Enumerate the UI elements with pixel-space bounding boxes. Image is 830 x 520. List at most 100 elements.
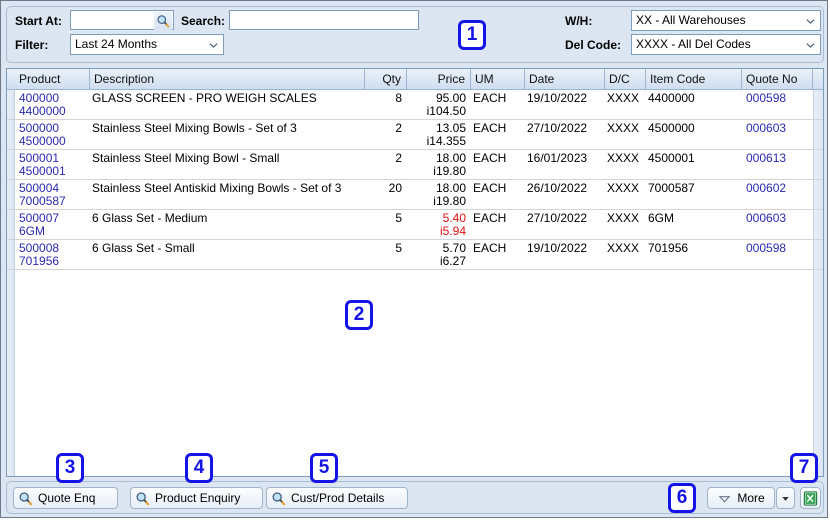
cell-product: 500000 [19,121,60,135]
cell-um: EACH [473,211,507,225]
cell-price-alt: i14.355 [426,134,466,148]
more-label: More [737,491,765,505]
results-grid[interactable]: Product Description Qty Price UM Date D/… [6,68,824,477]
cell-product-alt: 6GM [19,224,46,238]
more-dropdown-button[interactable] [776,487,795,509]
del-code-value: XXXX - All Del Codes [636,37,751,51]
annotation-badge-7: 7 [790,453,818,483]
grid-header-row: Product Description Qty Price UM Date D/… [7,69,823,90]
filter-value: Last 24 Months [75,37,158,51]
cell-description: Stainless Steel Mixing Bowls - Set of 3 [92,121,297,135]
search-icon [136,491,150,505]
cell-product: 400000 [19,91,60,105]
start-at-search-button[interactable] [154,12,172,30]
cell-dc: XXXX [607,211,640,225]
annotation-badge-5: 5 [310,453,338,483]
chevron-down-icon [806,42,815,48]
cell-qty: 20 [388,181,402,195]
cell-qty: 2 [395,121,402,135]
cell-product: 500001 [19,151,60,165]
product-enquiry-label: Product Enquiry [155,491,241,505]
bottom-toolbar: Quote Enq Product Enquiry Cust/Prod Deta… [6,481,824,514]
search-label: Search: [181,14,226,28]
warehouse-value: XX - All Warehouses [636,13,746,27]
column-header-dc[interactable]: D/C [605,69,646,89]
chevron-down-icon [209,42,218,48]
cell-dc: XXXX [607,181,640,195]
warehouse-label: W/H: [565,14,593,28]
cell-item-code: 7000587 [648,181,695,195]
cell-product-alt: 7000587 [19,194,66,208]
cell-description: GLASS SCREEN - PRO WEIGH SCALES [92,91,317,105]
cell-date: 19/10/2022 [527,91,588,105]
cell-price: 18.00 [435,151,466,165]
column-header-description[interactable]: Description [90,69,365,89]
cust-prod-details-button[interactable]: Cust/Prod Details [266,487,408,509]
column-header-quote-no[interactable]: Quote No [742,69,813,89]
search-icon [157,15,170,28]
annotation-badge-1: 1 [458,20,486,50]
cell-price-alt: i6.27 [439,254,466,268]
cell-quote-no: 000602 [746,181,787,195]
cell-date: 27/10/2022 [527,211,588,225]
column-header-item-code[interactable]: Item Code [646,69,742,89]
cell-price: 95.00 [435,91,466,105]
cell-product: 500004 [19,181,60,195]
cell-dc: XXXX [607,241,640,255]
product-enquiry-button[interactable]: Product Enquiry [130,487,263,509]
table-row[interactable]: 400000 4400000 GLASS SCREEN - PRO WEIGH SC… [7,90,823,120]
cell-quote-no: 000613 [746,151,787,165]
filter-panel: Start At: Search: Filter: Last 24 Months… [6,6,824,63]
cell-quote-no: 000598 [746,91,787,105]
del-code-label: Del Code: [565,38,622,52]
del-code-select[interactable]: XXXX - All Del Codes [631,34,821,55]
cell-date: 26/10/2022 [527,181,588,195]
column-header-product[interactable]: Product [15,69,90,89]
chevron-down-icon [806,18,815,24]
search-input[interactable] [229,10,419,30]
quote-enq-button[interactable]: Quote Enq [13,487,118,509]
quote-enq-label: Quote Enq [38,491,96,505]
cell-price-alt: i104.50 [426,104,466,118]
cell-quote-no: 000603 [746,211,787,225]
cell-qty: 2 [395,151,402,165]
table-row[interactable]: 500004 7000587 Stainless Steel Antiskid Mi… [7,180,823,210]
cell-price-alt: i5.94 [439,224,466,238]
table-row[interactable]: 500000 4500000 Stainless Steel Mixing Bowl… [7,120,823,150]
warehouse-select[interactable]: XX - All Warehouses [631,10,821,31]
excel-export-button[interactable] [800,487,821,509]
annotation-badge-4: 4 [185,453,213,483]
cell-quote-no: 000598 [746,241,787,255]
cell-dc: XXXX [607,151,640,165]
column-header-um[interactable]: UM [471,69,525,89]
cell-product: 500008 [19,241,60,255]
cell-qty: 8 [395,91,402,105]
cell-description: Stainless Steel Antiskid Mixing Bowls - … [92,181,342,195]
cell-product: 500007 [19,211,60,225]
start-at-input[interactable] [70,10,174,30]
cell-product-alt: 4400000 [19,104,66,118]
triangle-down-icon [718,495,731,503]
annotation-badge-6: 6 [668,483,696,513]
cell-price-alt: i19.80 [433,194,466,208]
table-row[interactable]: 500008 701956 6 Glass Set - Small 5 5.70 i6.2… [7,240,823,270]
cell-price: 13.05 [435,121,466,135]
cell-item-code: 4400000 [648,91,695,105]
column-header-date[interactable]: Date [525,69,605,89]
more-button[interactable]: More [707,487,775,509]
cell-product-alt: 701956 [19,254,60,268]
cell-description: 6 Glass Set - Medium [92,211,208,225]
table-row[interactable]: 500007 6GM 6 Glass Set - Medium 5 5.40 i5.94 E… [7,210,823,240]
cell-quote-no: 000603 [746,121,787,135]
cell-um: EACH [473,151,507,165]
grid-body: 400000 4400000 GLASS SCREEN - PRO WEIGH SC… [7,90,823,270]
filter-select[interactable]: Last 24 Months [70,34,224,55]
cell-item-code: 4500001 [648,151,695,165]
column-header-qty[interactable]: Qty [365,69,407,89]
cell-qty: 5 [395,241,402,255]
cell-price: 18.00 [435,181,466,195]
annotation-badge-2: 2 [345,300,373,330]
table-row[interactable]: 500001 4500001 Stainless Steel Mixing Bowl… [7,150,823,180]
cell-item-code: 701956 [648,241,689,255]
column-header-price[interactable]: Price [407,69,471,89]
